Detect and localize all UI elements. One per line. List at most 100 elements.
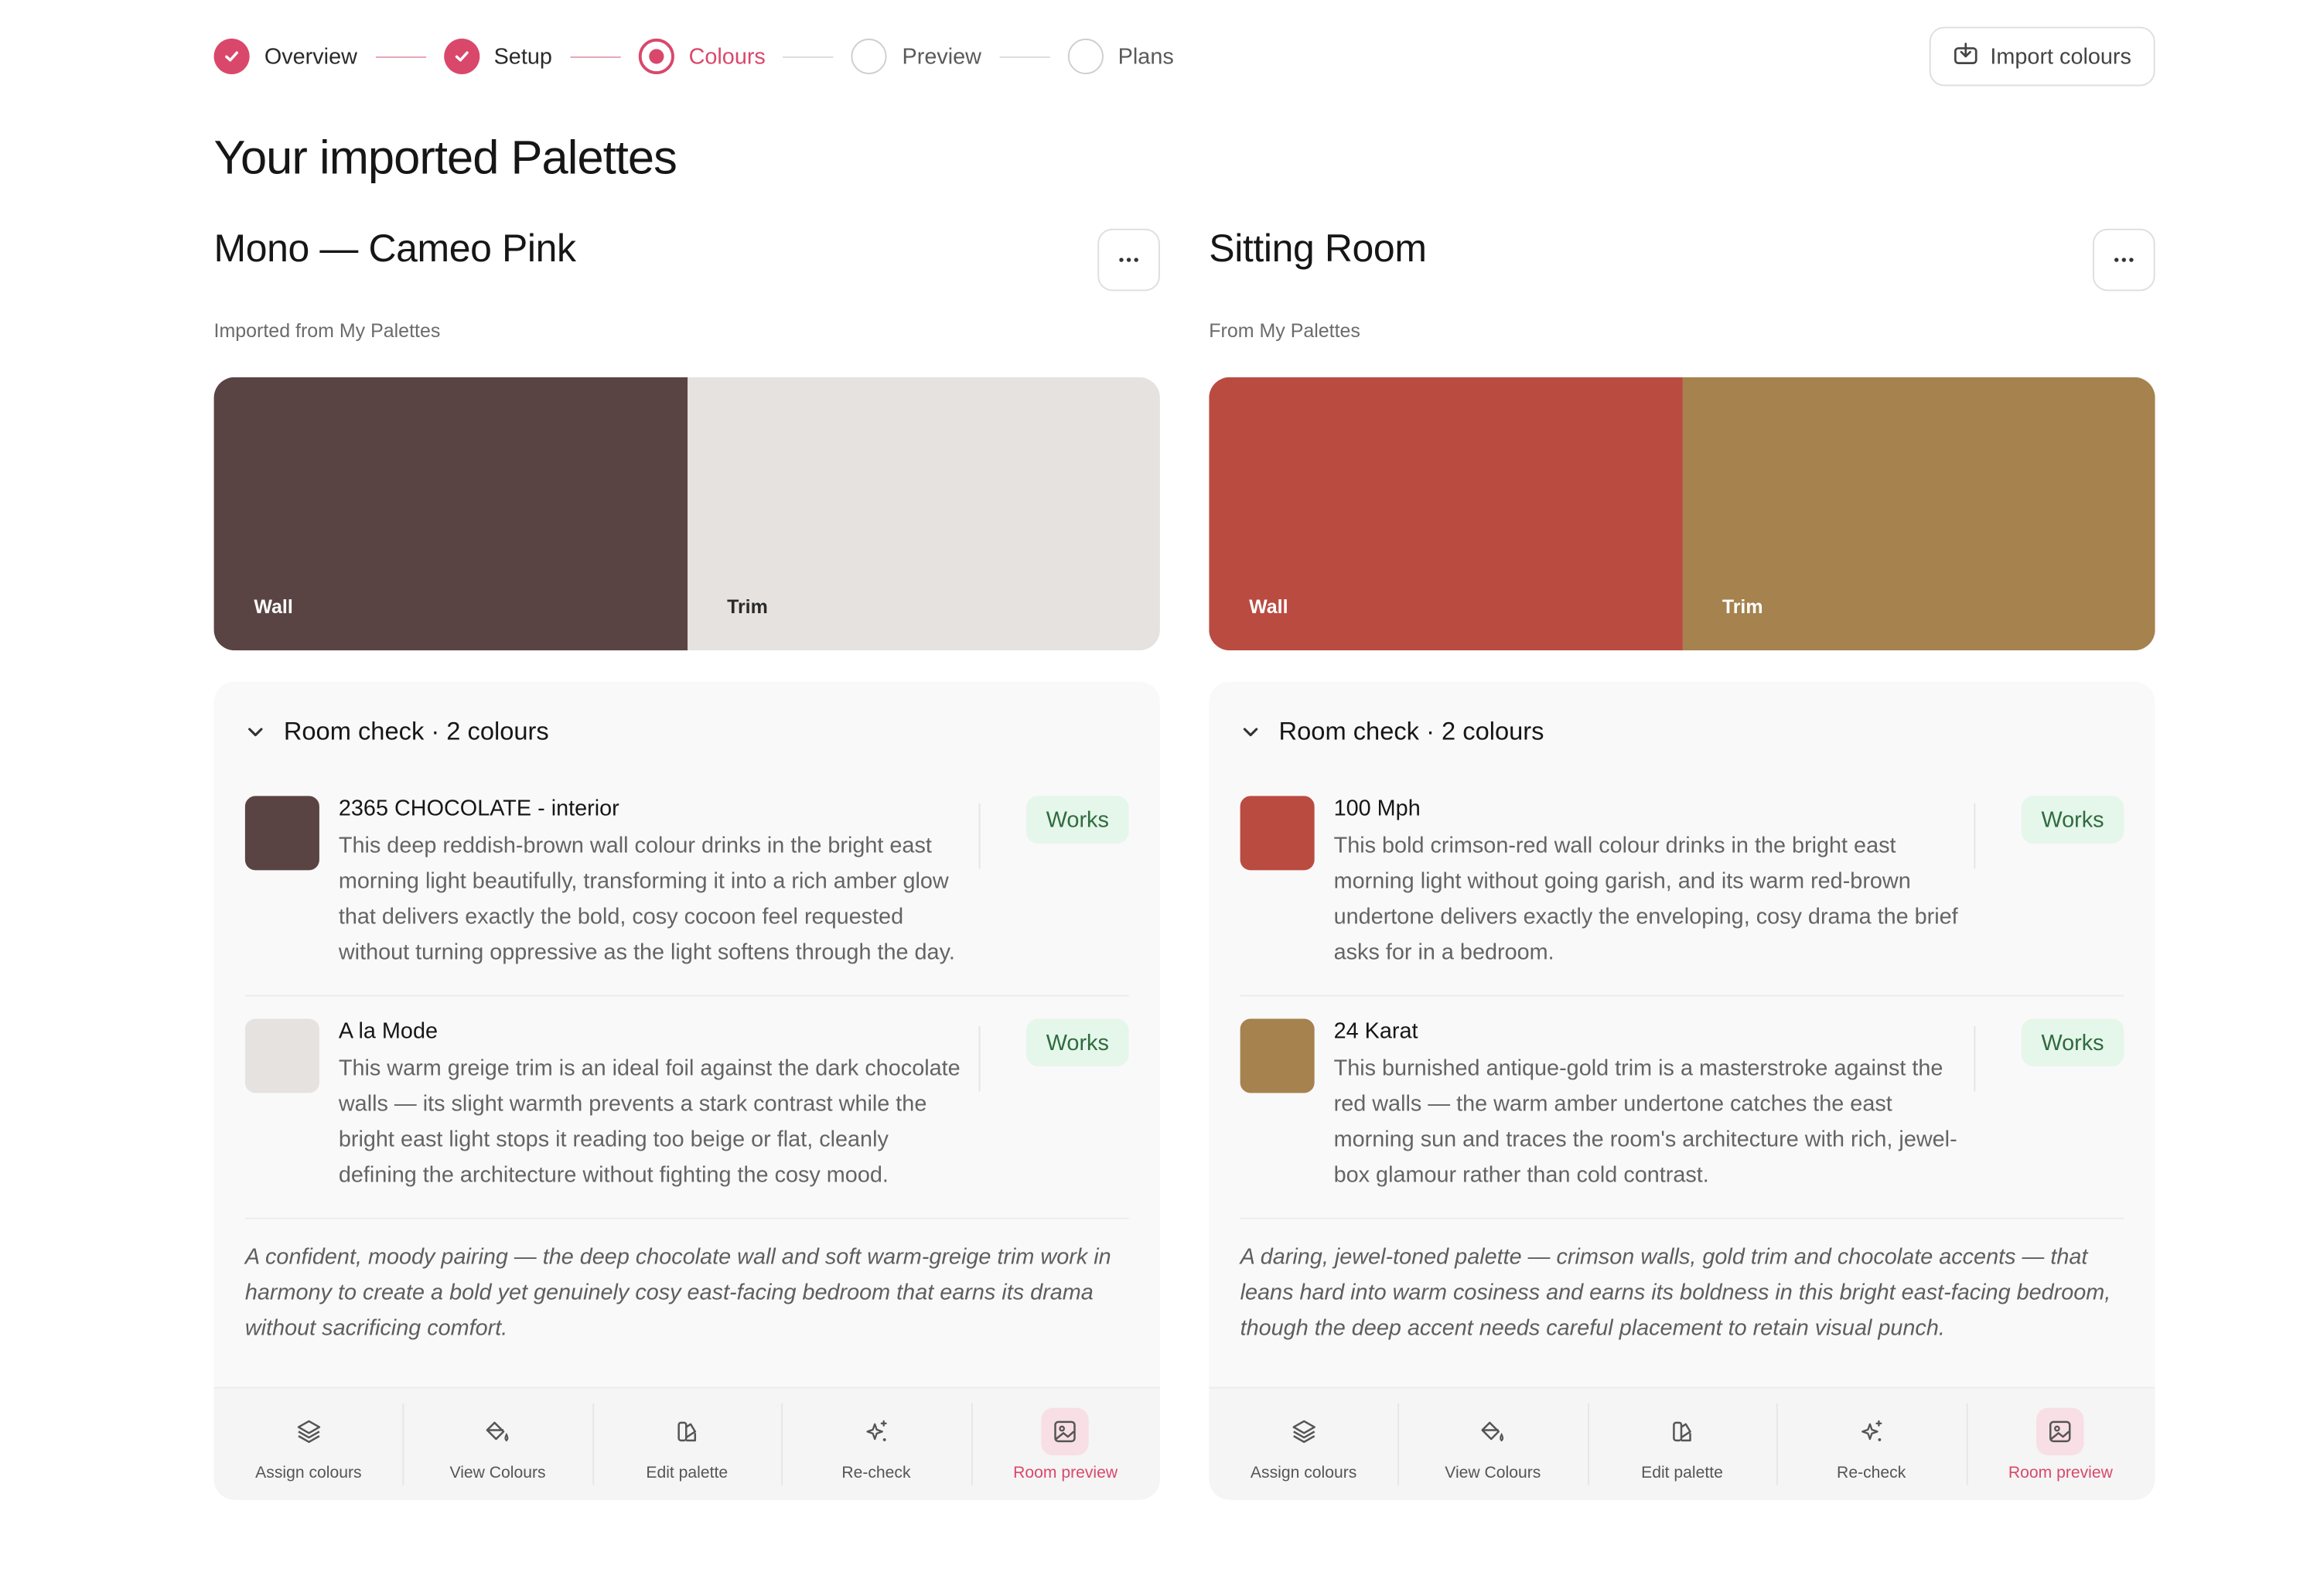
- more-options-button[interactable]: [2092, 228, 2155, 292]
- check-icon: [443, 38, 479, 75]
- palette-source: From My Palettes: [1209, 319, 1360, 342]
- room-check-toggle[interactable]: Room check · 2 colours: [214, 682, 1160, 783]
- colour-list: 100 Mph This bold crimson-red wall colou…: [1209, 783, 2155, 1218]
- palette-source: Imported from My Palettes: [213, 319, 441, 342]
- list-item: 100 Mph This bold crimson-red wall colou…: [1240, 783, 2124, 995]
- check-icon: [213, 38, 250, 75]
- assign-colours-button[interactable]: Assign colours: [214, 1389, 404, 1500]
- colour-chip: [1240, 1018, 1315, 1093]
- step-connector: [569, 56, 621, 57]
- step-label: Setup: [493, 43, 552, 70]
- import-colours-label: Import colours: [1990, 43, 2131, 70]
- room-check-card: Room check · 2 colours 2365 CHOCOLATE - …: [213, 681, 1160, 1500]
- palette-summary: A daring, jewel-toned palette — crimson …: [1240, 1217, 2124, 1387]
- divider: [978, 1026, 981, 1092]
- status-badge: Works: [2021, 1018, 2124, 1066]
- status-badge: Works: [2021, 796, 2124, 844]
- colour-description: This burnished antique-gold trim is a ma…: [1333, 1055, 1957, 1188]
- palette-card: Sitting Room From My Palettes Wall Trim …: [1209, 223, 2155, 1500]
- colour-description: This deep reddish-brown wall colour drin…: [338, 833, 955, 966]
- swatch-book-icon: [1658, 1407, 1705, 1454]
- room-check-toggle[interactable]: Room check · 2 colours: [1209, 682, 2155, 783]
- palette-swatches: Wall Trim: [1209, 377, 2155, 651]
- swatch-book-icon: [664, 1407, 711, 1454]
- action-bar: Assign colours View Colours Edit palette: [1209, 1386, 2155, 1500]
- colour-description: This bold crimson-red wall colour drinks…: [1333, 833, 1958, 966]
- palette-card: Mono — Cameo Pink Imported from My Palet…: [213, 223, 1160, 1500]
- palette-title: Sitting Room: [1209, 225, 1427, 271]
- status-badge: Works: [1026, 1018, 1129, 1066]
- action-label: Room preview: [2008, 1463, 2113, 1482]
- palette-title: Mono — Cameo Pink: [213, 225, 576, 271]
- colour-name: 24 Karat: [1333, 1018, 1418, 1045]
- app-root: Overview Setup Colours Preview Plans Imp…: [0, 0, 2317, 1596]
- action-label: Edit palette: [1641, 1463, 1723, 1482]
- action-label: Edit palette: [646, 1463, 729, 1482]
- paint-bucket-icon: [474, 1407, 521, 1454]
- empty-circle-icon: [1067, 38, 1104, 75]
- current-step-icon: [638, 38, 674, 75]
- step-connector: [999, 56, 1050, 57]
- swatch-label: Wall: [254, 595, 293, 618]
- chevron-down-icon: [1243, 728, 1258, 737]
- edit-palette-button[interactable]: Edit palette: [1587, 1389, 1777, 1500]
- step-setup[interactable]: Setup: [443, 38, 552, 75]
- colour-chip: [244, 1018, 319, 1093]
- step-connector: [783, 56, 834, 57]
- edit-palette-button[interactable]: Edit palette: [592, 1389, 782, 1500]
- divider: [978, 803, 981, 869]
- palette-swatches: Wall Trim: [213, 377, 1160, 651]
- list-item: 24 Karat This burnished antique-gold tri…: [1240, 994, 2124, 1218]
- list-item: 2365 CHOCOLATE - interior This deep redd…: [244, 783, 1129, 995]
- swatch-trim[interactable]: Trim: [1681, 377, 2155, 651]
- divider: [1974, 803, 1976, 869]
- action-label: View Colours: [1445, 1463, 1541, 1482]
- colour-chip: [1240, 796, 1315, 871]
- assign-colours-button[interactable]: Assign colours: [1209, 1389, 1398, 1500]
- sparkles-icon: [852, 1407, 899, 1454]
- swatch-wall[interactable]: Wall: [213, 377, 688, 651]
- view-colours-button[interactable]: View Colours: [1397, 1389, 1588, 1500]
- list-item: A la Mode This warm greige trim is an id…: [244, 994, 1129, 1218]
- colour-name: A la Mode: [338, 1018, 438, 1045]
- paint-bucket-icon: [1469, 1407, 1517, 1454]
- divider: [1974, 1026, 1976, 1092]
- colour-name: 100 Mph: [1333, 796, 1421, 822]
- step-plans[interactable]: Plans: [1067, 38, 1174, 75]
- palette-header: Mono — Cameo Pink Imported from My Palet…: [214, 223, 1160, 356]
- action-label: Room preview: [1013, 1463, 1118, 1482]
- ellipsis-icon: [1119, 257, 1138, 262]
- re-check-button[interactable]: Re-check: [1776, 1389, 1966, 1500]
- step-overview[interactable]: Overview: [213, 38, 357, 75]
- step-label: Plans: [1118, 43, 1174, 70]
- status-badge: Works: [1026, 796, 1129, 844]
- action-label: View Colours: [449, 1463, 546, 1482]
- room-check-card: Room check · 2 colours 100 Mph This bold…: [1209, 681, 2155, 1500]
- room-preview-button[interactable]: Room preview: [1966, 1389, 2155, 1500]
- empty-circle-icon: [851, 38, 888, 75]
- swatch-trim[interactable]: Trim: [687, 377, 1160, 651]
- palette-header: Sitting Room From My Palettes: [1209, 223, 2155, 356]
- chevron-down-icon: [248, 728, 263, 737]
- layers-icon: [285, 1407, 332, 1454]
- room-check-title: Room check · 2 colours: [283, 717, 549, 746]
- step-preview[interactable]: Preview: [851, 38, 981, 75]
- import-colours-button[interactable]: Import colours: [1929, 26, 2155, 87]
- room-preview-button[interactable]: Room preview: [971, 1389, 1160, 1500]
- step-colours[interactable]: Colours: [638, 38, 766, 75]
- swatch-label: Trim: [727, 595, 768, 618]
- swatch-wall[interactable]: Wall: [1209, 377, 1682, 651]
- action-bar: Assign colours View Colours Edit palette: [213, 1386, 1160, 1500]
- swatch-label: Wall: [1249, 595, 1288, 618]
- re-check-button[interactable]: Re-check: [781, 1389, 971, 1500]
- palette-summary: A confident, moody pairing — the deep ch…: [244, 1217, 1129, 1387]
- colour-chip: [244, 796, 319, 871]
- swatch-label: Trim: [1722, 595, 1763, 618]
- import-icon: [1953, 41, 1978, 72]
- action-label: Re-check: [1837, 1463, 1906, 1482]
- layers-icon: [1280, 1407, 1327, 1454]
- more-options-button[interactable]: [1097, 228, 1160, 292]
- step-connector: [374, 56, 426, 57]
- view-colours-button[interactable]: View Colours: [403, 1389, 592, 1500]
- image-icon: [1041, 1407, 1090, 1455]
